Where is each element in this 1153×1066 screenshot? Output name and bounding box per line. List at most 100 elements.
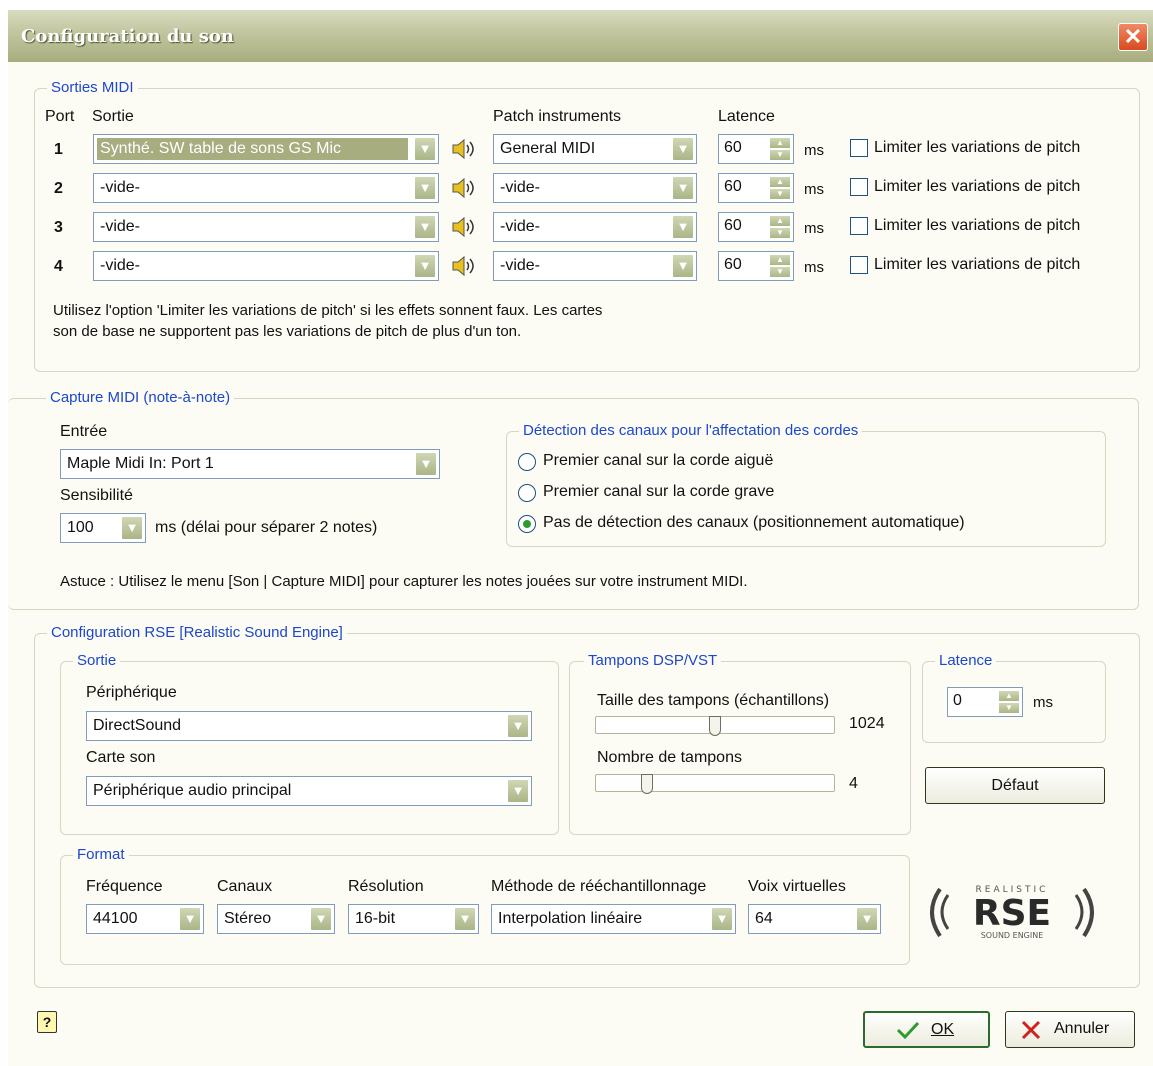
- rse-latency-spinner[interactable]: 0 ▲ ▼: [947, 687, 1023, 717]
- chevron-down-icon[interactable]: ▼: [454, 907, 476, 931]
- chevron-down-icon[interactable]: ▼: [414, 215, 436, 239]
- patch-select[interactable]: -vide- ▼: [493, 173, 697, 203]
- midi-output-select[interactable]: -vide- ▼: [93, 212, 439, 242]
- soundcard-select[interactable]: Périphérique audio principal ▼: [86, 776, 532, 806]
- spin-up-icon[interactable]: ▲: [998, 690, 1020, 702]
- patch-select[interactable]: -vide- ▼: [493, 212, 697, 242]
- resolution-label: Résolution: [348, 878, 424, 895]
- midi-output-value: -vide-: [100, 218, 141, 235]
- rse-logo-bottom: SOUND ENGINE: [981, 931, 1044, 940]
- radio-high-string-label[interactable]: Premier canal sur la corde aiguë: [543, 452, 773, 470]
- spin-down-icon[interactable]: ▼: [769, 266, 791, 278]
- capture-tip: Astuce : Utilisez le menu [Son | Capture…: [60, 573, 748, 590]
- slider-thumb[interactable]: [709, 716, 721, 736]
- limit-pitch-label[interactable]: Limiter les variations de pitch: [874, 178, 1080, 196]
- limit-pitch-label[interactable]: Limiter les variations de pitch: [874, 217, 1080, 235]
- midi-input-select[interactable]: Maple Midi In: Port 1 ▼: [60, 449, 440, 479]
- channels-select[interactable]: Stéreo ▼: [217, 904, 335, 934]
- soundcard-label: Carte son: [86, 749, 156, 766]
- cancel-button[interactable]: Annuler: [1005, 1011, 1135, 1048]
- frequency-select[interactable]: 44100 ▼: [86, 904, 204, 934]
- device-select[interactable]: DirectSound ▼: [86, 711, 532, 741]
- spin-up-icon[interactable]: ▲: [769, 137, 791, 149]
- limit-pitch-checkbox[interactable]: [850, 178, 868, 196]
- limit-pitch-checkbox[interactable]: [850, 217, 868, 235]
- close-button[interactable]: ✕: [1118, 23, 1148, 51]
- resolution-select[interactable]: 16-bit ▼: [348, 904, 479, 934]
- midi-output-select[interactable]: -vide- ▼: [93, 251, 439, 281]
- resampling-label: Méthode de rééchantillonnage: [491, 878, 707, 895]
- spin-down-icon[interactable]: ▼: [998, 702, 1020, 714]
- buffers-group: Tampons DSP/VST: [569, 652, 911, 835]
- chevron-down-icon[interactable]: ▼: [672, 215, 694, 239]
- spin-down-icon[interactable]: ▼: [769, 149, 791, 161]
- chevron-down-icon[interactable]: ▼: [414, 254, 436, 278]
- sensitivity-unit: ms (délai pour séparer 2 notes): [155, 519, 378, 536]
- patch-value: -vide-: [500, 218, 541, 235]
- chevron-down-icon[interactable]: ▼: [121, 516, 143, 540]
- chevron-down-icon[interactable]: ▼: [310, 907, 332, 931]
- patch-select[interactable]: General MIDI ▼: [493, 134, 697, 164]
- rse-logo-main: RSE: [973, 893, 1051, 934]
- speaker-icon[interactable]: [451, 216, 477, 238]
- spin-up-icon[interactable]: ▲: [769, 254, 791, 266]
- spin-up-icon[interactable]: ▲: [769, 215, 791, 227]
- latency-value: 60: [724, 178, 742, 195]
- midi-output-select[interactable]: -vide- ▼: [93, 173, 439, 203]
- chevron-down-icon[interactable]: ▼: [711, 907, 733, 931]
- channels-value: Stéreo: [224, 910, 272, 927]
- spin-down-icon[interactable]: ▼: [769, 188, 791, 200]
- chevron-down-icon[interactable]: ▼: [507, 779, 529, 803]
- patch-value: -vide-: [500, 179, 541, 196]
- voices-select[interactable]: 64 ▼: [748, 904, 881, 934]
- speaker-icon[interactable]: [451, 177, 477, 199]
- latency-spinner[interactable]: 60 ▲ ▼: [718, 212, 794, 242]
- ok-button[interactable]: OK: [863, 1011, 990, 1048]
- radio-low-string-label[interactable]: Premier canal sur la corde grave: [543, 483, 774, 501]
- buffer-count-slider[interactable]: [595, 774, 835, 794]
- radio-no-detection-label[interactable]: Pas de détection des canaux (positionnem…: [543, 514, 965, 532]
- spin-down-icon[interactable]: ▼: [769, 227, 791, 239]
- slider-thumb[interactable]: [641, 774, 653, 794]
- speaker-icon[interactable]: [451, 138, 477, 160]
- default-button[interactable]: Défaut: [925, 767, 1105, 804]
- buffer-size-value: 1024: [849, 715, 885, 732]
- patch-value: General MIDI: [500, 140, 596, 157]
- chevron-down-icon[interactable]: ▼: [672, 176, 694, 200]
- rse-latency-unit: ms: [1033, 694, 1053, 711]
- channels-label: Canaux: [217, 878, 273, 895]
- radio-low-string[interactable]: [518, 484, 536, 502]
- spin-up-icon[interactable]: ▲: [769, 176, 791, 188]
- patch-select[interactable]: -vide- ▼: [493, 251, 697, 281]
- chevron-down-icon[interactable]: ▼: [414, 176, 436, 200]
- port-number: 1: [54, 141, 63, 158]
- limit-pitch-checkbox[interactable]: [850, 139, 868, 157]
- speaker-icon[interactable]: [451, 255, 477, 277]
- buffers-legend: Tampons DSP/VST: [584, 652, 722, 669]
- resampling-select[interactable]: Interpolation linéaire ▼: [491, 904, 736, 934]
- chevron-down-icon[interactable]: ▼: [507, 714, 529, 738]
- latency-spinner[interactable]: 60 ▲ ▼: [718, 251, 794, 281]
- chevron-down-icon[interactable]: ▼: [414, 137, 436, 161]
- limit-pitch-label[interactable]: Limiter les variations de pitch: [874, 139, 1080, 157]
- latency-spinner[interactable]: 60 ▲ ▼: [718, 134, 794, 164]
- device-value: DirectSound: [93, 717, 182, 734]
- chevron-down-icon[interactable]: ▼: [672, 254, 694, 278]
- sound-config-dialog: Configuration du son ✕ Sorties MIDI Port…: [8, 10, 1153, 1066]
- radio-no-detection[interactable]: [518, 515, 536, 533]
- chevron-down-icon[interactable]: ▼: [672, 137, 694, 161]
- chevron-down-icon[interactable]: ▼: [856, 907, 878, 931]
- radio-high-string[interactable]: [518, 453, 536, 471]
- latency-spinner[interactable]: 60 ▲ ▼: [718, 173, 794, 203]
- header-patch: Patch instruments: [493, 108, 622, 125]
- chevron-down-icon[interactable]: ▼: [415, 452, 437, 476]
- help-icon[interactable]: ?: [37, 1011, 57, 1033]
- limit-pitch-label[interactable]: Limiter les variations de pitch: [874, 256, 1080, 274]
- chevron-down-icon[interactable]: ▼: [179, 907, 201, 931]
- voices-label: Voix virtuelles: [748, 878, 846, 895]
- buffer-size-slider[interactable]: [595, 716, 835, 736]
- cancel-x-icon: [1021, 1020, 1041, 1040]
- midi-output-select[interactable]: Synthé. SW table de sons GS Mic ▼: [93, 134, 439, 164]
- limit-pitch-checkbox[interactable]: [850, 256, 868, 274]
- sensitivity-select[interactable]: 100 ▼: [60, 513, 146, 543]
